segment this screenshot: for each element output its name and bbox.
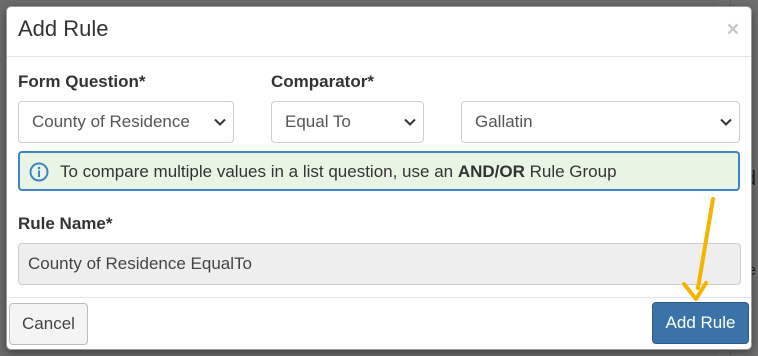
annotation-arrow-icon <box>682 197 715 301</box>
